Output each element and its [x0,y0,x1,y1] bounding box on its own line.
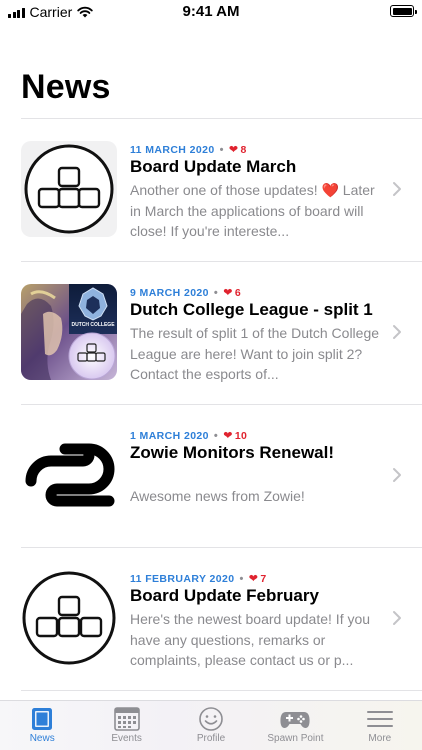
tab-label: Events [111,733,142,744]
news-item-dutch-college-league[interactable]: DUTCH COLLEGE 9 MARCH 2020 • ❤ 6 Dutch C… [0,262,422,405]
news-title: Dutch College League - split 1 [130,300,373,319]
news-meta: 1 MARCH 2020 • ❤ 10 [130,429,248,443]
tab-profile[interactable]: Profile [169,701,253,750]
tab-label: News [29,733,55,744]
news-summary: Here's the newest board update! If you h… [130,611,371,668]
page-title: News [21,68,111,106]
news-summary: The result of split 1 of the Dutch Colle… [130,325,380,382]
news-summary: Another one of those updates! ❤️ Later i… [130,182,375,239]
status-bar: Carrier 9:41 AM [0,0,422,24]
tab-spawn-point[interactable]: Spawn Point [253,701,337,750]
news-thumbnail [21,570,117,666]
news-date: 9 MARCH 2020 [130,286,209,299]
heart-icon: ❤ [223,287,233,299]
news-thumbnail: DUTCH COLLEGE [21,284,117,380]
chevron-right-icon [393,611,401,625]
keyboard-logo-icon [22,571,116,665]
tab-news[interactable]: News [0,701,84,750]
news-likes: 6 [234,286,242,299]
tab-label: Profile [196,733,226,744]
news-icon [32,708,53,730]
news-meta: 11 MARCH 2020 • ❤ 8 [130,143,247,157]
menu-icon [366,711,393,727]
tab-more[interactable]: More [338,701,422,750]
news-thumbnail [21,427,117,523]
tab-label: More [368,733,392,744]
chevron-right-icon [393,325,401,339]
news-likes: 10 [234,429,248,442]
news-title: Zowie Monitors Renewal! [130,443,335,462]
news-item-zowie-monitors[interactable]: 1 MARCH 2020 • ❤ 10 Zowie Monitors Renew… [0,405,422,548]
meta-separator: • [213,429,219,442]
meta-separator: • [239,572,244,585]
news-item-board-update-march[interactable]: 11 MARCH 2020 • ❤ 8 Board Update March A… [0,119,422,262]
news-title: Board Update February [130,586,319,605]
status-time: 9:41 AM [182,3,240,20]
news-title: Board Update March [130,157,297,176]
news-likes: 7 [260,572,267,585]
tab-bar: News Events Profile Spawn Point More [0,700,422,750]
news-date: 11 MARCH 2020 [130,143,215,156]
news-likes: 8 [240,143,247,156]
dutch-college-caption: DUTCH COLLEGE [71,322,115,328]
calendar-icon [113,707,140,731]
chevron-right-icon [393,468,401,482]
heart-icon: ❤ [228,144,239,156]
heart-icon: ❤ [223,430,233,442]
keyboard-logo-icon [24,144,114,234]
smiley-icon [199,707,223,731]
news-list: 11 MARCH 2020 • ❤ 8 Board Update March A… [0,119,422,691]
zowie-logo-icon [25,443,115,507]
dutch-college-league-collage-icon: DUTCH COLLEGE [21,284,117,380]
news-item-board-update-february[interactable]: 11 FEBRUARY 2020 • ❤ 7 Board Update Febr… [0,548,422,691]
news-meta: 11 FEBRUARY 2020 • ❤ 7 [130,572,267,586]
battery-icon [390,5,417,17]
news-meta: 9 MARCH 2020 • ❤ 6 [130,286,242,300]
heart-icon: ❤ [248,573,259,585]
news-thumbnail [21,141,117,237]
tab-events[interactable]: Events [84,701,168,750]
meta-separator: • [219,143,224,156]
meta-separator: • [213,286,219,299]
news-summary: Awesome news from Zowie! [130,488,305,504]
news-date: 11 FEBRUARY 2020 [130,572,235,585]
chevron-right-icon [393,182,401,196]
tab-label: Spawn Point [267,733,324,744]
gamepad-icon [280,712,310,729]
news-date: 1 MARCH 2020 [130,429,209,442]
